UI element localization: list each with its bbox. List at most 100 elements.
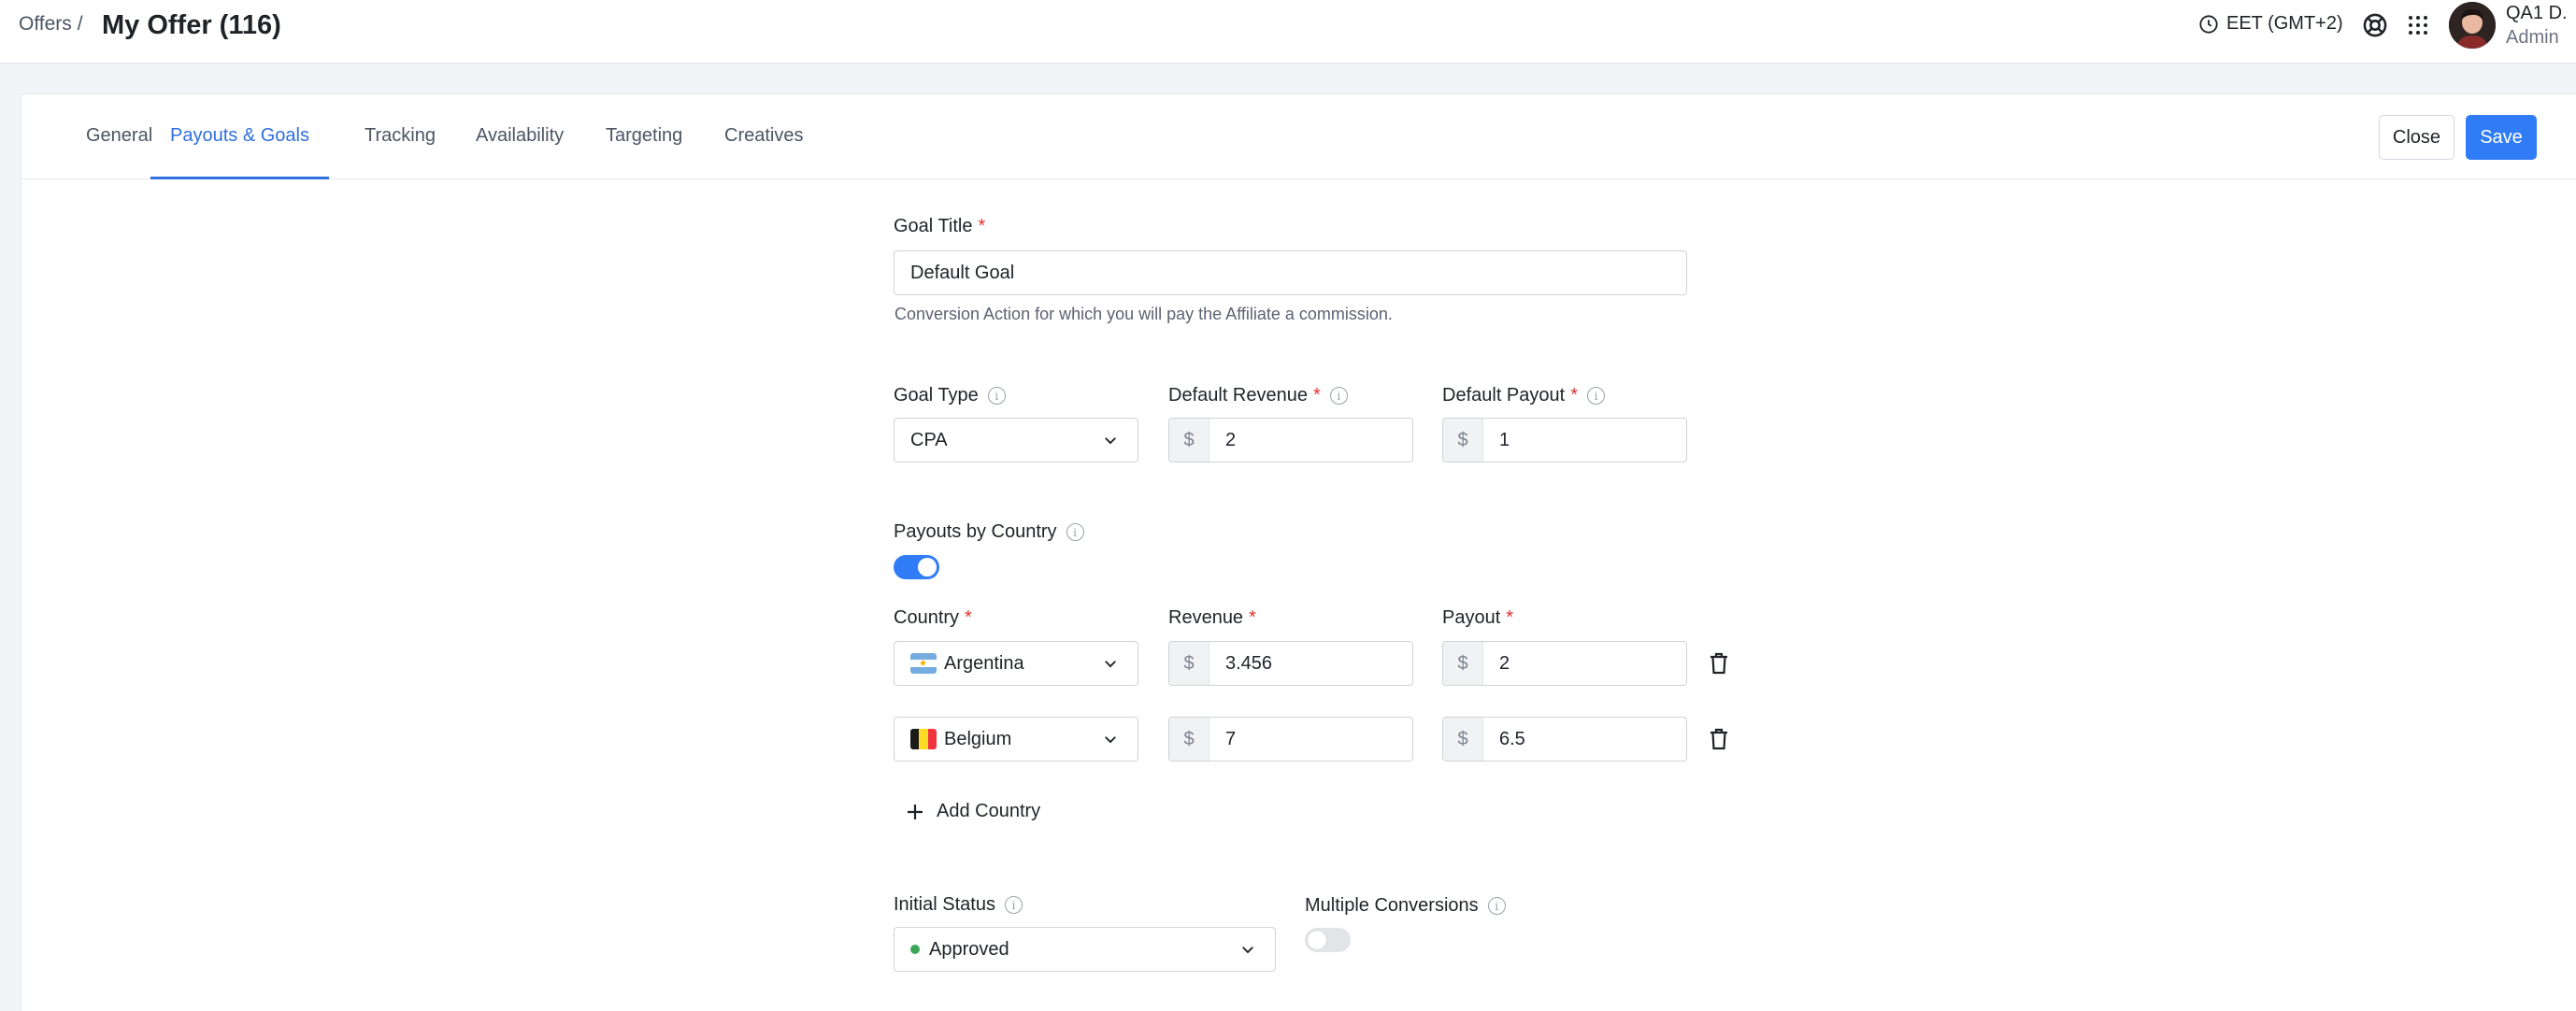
goal-title-label-text: Goal Title	[894, 216, 973, 236]
save-button[interactable]: Save	[2466, 115, 2537, 160]
currency-prefix: $	[1169, 718, 1209, 761]
payout-column-label-text: Payout	[1442, 607, 1501, 628]
info-icon[interactable]: i	[1587, 387, 1605, 405]
country-payout-input[interactable]: $ 6.5	[1442, 717, 1687, 762]
tab-payouts-goals[interactable]: Payouts & Goals	[150, 94, 329, 179]
goal-title-input[interactable]: Default Goal	[894, 250, 1687, 295]
info-icon[interactable]: i	[1329, 387, 1348, 405]
goal-type-value: CPA	[910, 429, 948, 450]
top-bar: Offers / My Offer (116) EET (GMT+2) QA1 D…	[0, 0, 2576, 64]
currency-prefix: $	[1443, 642, 1483, 685]
tab-tracking[interactable]: Tracking	[345, 94, 455, 179]
chevron-down-icon	[1105, 736, 1116, 744]
close-button[interactable]: Close	[2379, 115, 2454, 160]
chevron-down-icon	[1105, 661, 1116, 668]
currency-prefix: $	[1443, 419, 1483, 462]
avatar[interactable]	[2449, 2, 2496, 49]
revenue-column-label-text: Revenue	[1168, 607, 1244, 628]
country-column-label-text: Country	[894, 607, 960, 628]
user-name: QA1 D.	[2506, 3, 2568, 23]
tab-availability[interactable]: Availability	[456, 94, 583, 179]
goal-type-select[interactable]: CPA	[894, 418, 1138, 463]
country-payout-value: 6.5	[1499, 728, 1525, 749]
required-asterisk: *	[1570, 385, 1578, 406]
chevron-down-icon	[1242, 947, 1253, 954]
apps-grid-icon[interactable]	[2407, 14, 2429, 36]
breadcrumb-offers-link[interactable]: Offers	[19, 13, 72, 35]
status-dot	[910, 945, 920, 954]
country-select[interactable]: Argentina	[894, 641, 1138, 686]
currency-prefix: $	[1169, 642, 1209, 685]
plus-icon	[908, 804, 923, 819]
info-icon[interactable]: i	[1004, 896, 1023, 914]
goal-type-label-text: Goal Type	[894, 385, 979, 406]
country-revenue-input[interactable]: $ 3.456	[1168, 641, 1413, 686]
required-asterisk: *	[965, 607, 972, 628]
required-asterisk: *	[1249, 607, 1256, 628]
payouts-by-country-label-text: Payouts by Country	[894, 521, 1057, 542]
default-payout-label: Default Payout * i	[1442, 385, 1605, 406]
delete-trash-icon[interactable]	[1709, 652, 1729, 675]
add-country-label: Add Country	[937, 801, 1041, 821]
clock-icon	[2199, 14, 2218, 34]
multiple-conversions-label-text: Multiple Conversions	[1305, 895, 1479, 916]
initial-status-select[interactable]: Approved	[894, 927, 1276, 972]
country-payout-input[interactable]: $ 2	[1442, 641, 1687, 686]
goal-title-label: Goal Title *	[894, 216, 985, 237]
payouts-by-country-toggle[interactable]	[894, 555, 939, 579]
default-payout-value: 1	[1499, 429, 1510, 450]
required-asterisk: *	[978, 216, 986, 236]
add-country-button[interactable]: Add Country	[907, 801, 1040, 822]
tab-targeting[interactable]: Targeting	[586, 94, 702, 179]
country-column-label: Country *	[894, 607, 972, 629]
country-revenue-input[interactable]: $ 7	[1168, 717, 1413, 762]
info-icon[interactable]: i	[1487, 897, 1506, 915]
user-avatar-icon	[2449, 2, 2496, 49]
tab-bar: General Payouts & Goals Tracking Availab…	[21, 94, 2576, 179]
toggle-knob	[1308, 931, 1326, 949]
required-asterisk: *	[1506, 607, 1514, 628]
country-select[interactable]: Belgium	[894, 717, 1138, 762]
currency-prefix: $	[1443, 718, 1483, 761]
country-value: Belgium	[944, 728, 1012, 749]
goal-title-value: Default Goal	[910, 262, 1015, 283]
default-revenue-input[interactable]: $ 2	[1168, 418, 1413, 463]
chevron-down-icon	[1105, 437, 1116, 445]
breadcrumb: Offers /	[19, 13, 83, 36]
tab-creatives[interactable]: Creatives	[705, 94, 823, 179]
goal-type-label: Goal Type i	[894, 385, 1006, 406]
country-revenue-value: 3.456	[1225, 652, 1273, 674]
default-payout-label-text: Default Payout	[1442, 385, 1566, 406]
offer-editor-card: General Payouts & Goals Tracking Availab…	[21, 93, 2576, 1011]
belgium-flag-icon	[910, 729, 937, 749]
breadcrumb-separator: /	[77, 13, 83, 35]
country-revenue-value: 7	[1225, 728, 1237, 749]
payout-column-label: Payout *	[1442, 607, 1513, 629]
required-asterisk: *	[1312, 385, 1321, 406]
default-revenue-value: 2	[1225, 429, 1237, 450]
initial-status-label-text: Initial Status	[894, 894, 995, 915]
timezone-display[interactable]: EET (GMT+2)	[2198, 13, 2343, 35]
payouts-by-country-label: Payouts by Country i	[894, 521, 1084, 543]
initial-status-value: Approved	[929, 938, 1009, 960]
info-icon[interactable]: i	[987, 387, 1006, 405]
page-title: My Offer (116)	[102, 10, 281, 40]
country-payout-value: 2	[1499, 652, 1510, 674]
initial-status-label: Initial Status i	[894, 894, 1023, 916]
toggle-knob	[918, 558, 937, 577]
argentina-flag-icon	[910, 653, 937, 674]
info-icon[interactable]: i	[1066, 523, 1084, 541]
multiple-conversions-label: Multiple Conversions i	[1305, 895, 1506, 917]
default-revenue-label-text: Default Revenue	[1168, 385, 1308, 406]
help-lifebuoy-icon[interactable]	[2362, 12, 2388, 38]
user-role: Admin	[2506, 27, 2559, 48]
default-revenue-label: Default Revenue * i	[1168, 385, 1348, 406]
delete-trash-icon[interactable]	[1709, 728, 1729, 750]
timezone-label: EET (GMT+2)	[2226, 13, 2343, 34]
country-value: Argentina	[944, 652, 1024, 674]
revenue-column-label: Revenue *	[1168, 607, 1256, 629]
multiple-conversions-toggle[interactable]	[1305, 928, 1351, 952]
default-payout-input[interactable]: $ 1	[1442, 418, 1687, 463]
currency-prefix: $	[1169, 419, 1209, 462]
goal-title-hint: Conversion Action for which you will pay…	[894, 305, 1393, 323]
